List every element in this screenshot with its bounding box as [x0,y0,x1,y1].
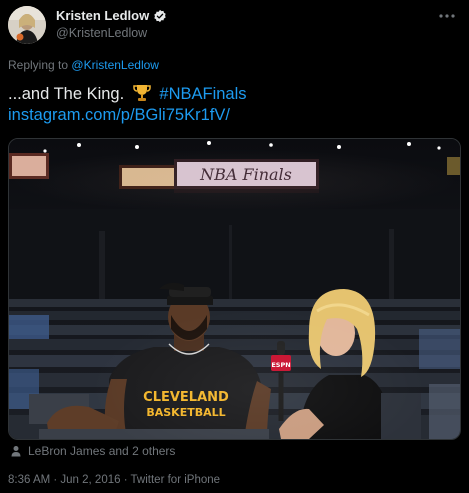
trophy-icon [132,84,152,102]
author-name[interactable]: Kristen Ledlow [56,8,149,23]
author-handle[interactable]: @KristenLedlow [56,26,147,40]
tweet-source: Twitter for iPhone [130,474,221,486]
tweet-text-line-2: instagram.com/p/BGli75Kr1fV/ [8,105,247,126]
tweet-text: ...and The King. #NBAFinals instagram.co… [8,84,247,126]
tweet-text-line-1: ...and The King. #NBAFinals [8,84,247,105]
author-name-row[interactable]: Kristen Ledlow [56,8,167,23]
tweet-meta: 8:36 AM · Jun 2, 2016 · Twitter for iPho… [8,474,220,486]
person-icon [10,445,22,457]
timestamp[interactable]: 8:36 AM · Jun 2, 2016 [8,474,121,486]
reply-prefix: Replying to [8,58,69,72]
tweet-text-prefix: ...and The King. [8,85,125,103]
more-options-icon[interactable] [435,6,459,26]
verified-badge-icon [153,9,167,23]
reply-handle-link[interactable]: @KristenLedlow [71,58,159,72]
tagged-people[interactable]: LeBron James and 2 others [10,444,175,458]
avatar[interactable] [8,6,46,44]
meta-separator: · [120,474,131,486]
hashtag-link[interactable]: #NBAFinals [159,85,246,103]
tweet-photo[interactable]: NBA Finals CLEVELAND BASKETBALL ESPN [8,138,461,440]
scoreboard: NBA Finals [9,149,460,213]
tagged-text[interactable]: LeBron James and 2 others [28,444,175,458]
tweet: Kristen Ledlow @KristenLedlow Replying t… [0,0,469,493]
instagram-link[interactable]: instagram.com/p/BGli75Kr1fV/ [8,106,230,124]
replying-to-line: Replying to @KristenLedlow [8,58,159,72]
